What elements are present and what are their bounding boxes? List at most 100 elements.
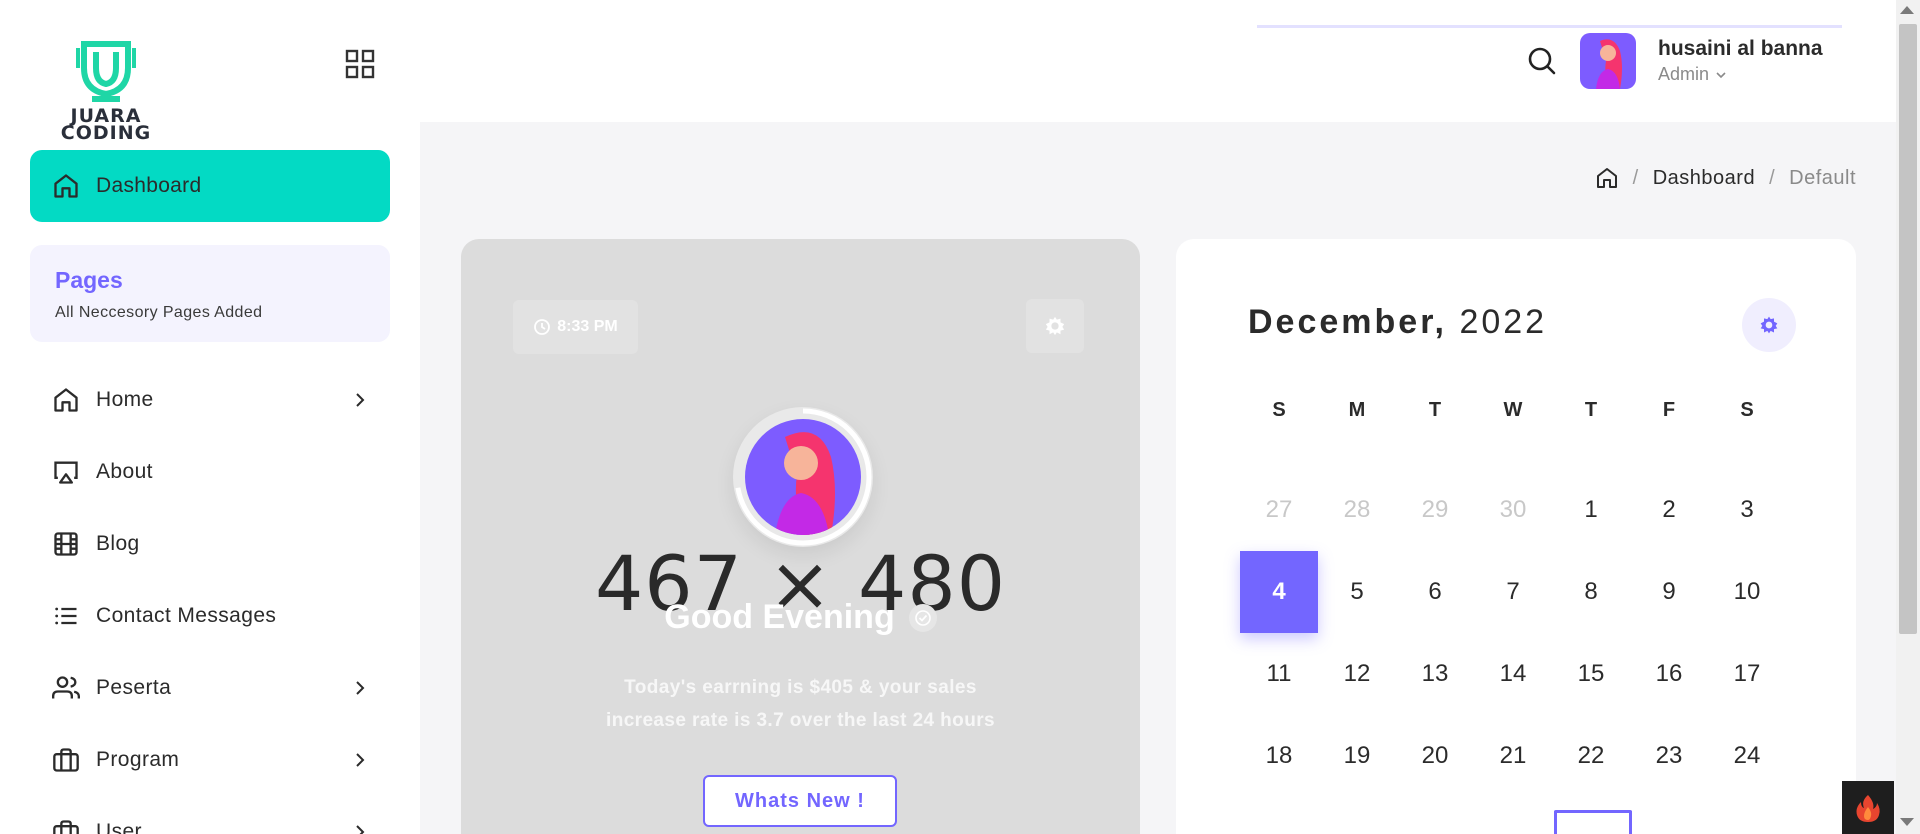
fire-widget-button[interactable] <box>1842 781 1894 834</box>
calendar-day[interactable]: 20 <box>1396 715 1474 797</box>
time-badge: 8:33 PM <box>513 300 638 354</box>
pages-info-box: Pages All Neccesory Pages Added <box>30 245 390 342</box>
breadcrumb-current: Default <box>1789 166 1856 189</box>
gear-icon <box>1760 316 1778 334</box>
calendar-day-number: 22 <box>1577 742 1605 769</box>
users-icon <box>52 676 80 699</box>
sidebar-item-peserta[interactable]: Peserta <box>30 660 390 716</box>
calendar-day-number: 18 <box>1265 742 1293 769</box>
calendar-day[interactable]: 5 <box>1318 551 1396 633</box>
home-icon[interactable] <box>1595 166 1619 190</box>
calendar-day[interactable]: 14 <box>1474 633 1552 715</box>
calendar-day-number: 4 <box>1240 551 1318 633</box>
sidebar-item-user[interactable]: User <box>30 804 390 834</box>
sidebar-item-label: Contact Messages <box>96 604 277 627</box>
calendar-day[interactable]: 22 <box>1552 715 1630 797</box>
briefcase-icon <box>53 748 79 772</box>
earnings-line-2: increase rate is 3.7 over the last 24 ho… <box>606 710 995 731</box>
calendar-day-number: 20 <box>1421 742 1449 769</box>
calendar-day-number: 29 <box>1421 496 1449 523</box>
calendar-day[interactable]: 23 <box>1630 715 1708 797</box>
calendar-day[interactable]: 27 <box>1240 469 1318 551</box>
sidebar-item-label: Dashboard <box>96 174 202 197</box>
sidebar-item-label: About <box>96 460 153 483</box>
welcome-settings-button[interactable] <box>1026 299 1084 353</box>
calendar-day-number: 13 <box>1421 660 1449 687</box>
calendar-day[interactable]: 30 <box>1474 469 1552 551</box>
sidebar-item-about[interactable]: About <box>30 444 390 500</box>
welcome-card: 8:33 PM 467 × 480 Good Evening Today's e… <box>461 239 1140 834</box>
chevron-right-icon <box>356 681 365 695</box>
calendar-day[interactable]: 1 <box>1552 469 1630 551</box>
verified-check-icon <box>908 603 937 632</box>
calendar-day[interactable]: 11 <box>1240 633 1318 715</box>
calendar-day[interactable]: 6 <box>1396 551 1474 633</box>
calendar-week-row: 11 12 13 14 15 16 17 <box>1240 633 1786 715</box>
calendar-day[interactable]: 12 <box>1318 633 1396 715</box>
calendar-day-number: 6 <box>1428 578 1442 605</box>
sidebar-item-dashboard[interactable]: Dashboard <box>30 150 390 222</box>
days-of-week-row: SMTWTFS <box>1240 399 1786 429</box>
logo-text: JUARA CODING <box>60 105 152 144</box>
calendar-day[interactable]: 7 <box>1474 551 1552 633</box>
whats-new-button[interactable]: Whats New ! <box>703 775 897 827</box>
user-role-dropdown[interactable]: Admin <box>1658 64 1729 85</box>
calendar-day-number: 17 <box>1733 660 1761 687</box>
scrollbar-thumb[interactable] <box>1899 24 1917 634</box>
calendar-settings-button[interactable] <box>1742 298 1796 352</box>
calendar-title: December, 2022 <box>1248 303 1547 342</box>
calendar-day[interactable]: 13 <box>1396 633 1474 715</box>
day-of-week-label: F <box>1662 399 1676 421</box>
avatar[interactable] <box>1580 33 1636 89</box>
calendar-day-today[interactable]: 4 <box>1240 551 1318 633</box>
calendar-day[interactable]: 8 <box>1552 551 1630 633</box>
calendar-day[interactable]: 18 <box>1240 715 1318 797</box>
earnings-line-1: Today's earrning is $405 & your sales <box>624 677 977 698</box>
calendar-day[interactable]: 9 <box>1630 551 1708 633</box>
calendar-day[interactable]: 2 <box>1630 469 1708 551</box>
clock-icon <box>534 319 551 335</box>
scroll-up-arrow-icon[interactable] <box>1900 6 1914 14</box>
home-icon <box>54 174 78 198</box>
search-bar[interactable] <box>1257 0 1842 28</box>
calendar-day[interactable]: 17 <box>1708 633 1786 715</box>
calendar-day[interactable]: 16 <box>1630 633 1708 715</box>
scroll-down-arrow-icon[interactable] <box>1900 818 1914 826</box>
calendar-day-number: 19 <box>1343 742 1371 769</box>
sidebar-item-program[interactable]: Program <box>30 732 390 788</box>
user-avatar-illustration <box>1580 33 1636 89</box>
sidebar-item-contact-messages[interactable]: Contact Messages <box>30 588 390 644</box>
calendar-weeks: 27 28 29 30 1 2 3 4 5 6 7 8 9 10 11 12 13 14 15 16 17 18 19 20 2… <box>1240 469 1786 797</box>
time-text: 8:33 PM <box>557 318 618 335</box>
logo[interactable]: JUARA CODING <box>50 38 162 144</box>
calendar-day[interactable]: 28 <box>1318 469 1396 551</box>
calendar-day-number: 21 <box>1499 742 1527 769</box>
briefcase-icon <box>53 820 79 834</box>
calendar-day-number: 28 <box>1343 496 1371 523</box>
calendar-day[interactable]: 15 <box>1552 633 1630 715</box>
calendar-day[interactable]: 10 <box>1708 551 1786 633</box>
calendar-day[interactable]: 29 <box>1396 469 1474 551</box>
calendar-day-number: 24 <box>1733 742 1761 769</box>
pages-subtitle: All Neccesory Pages Added <box>55 304 263 321</box>
calendar-day[interactable]: 21 <box>1474 715 1552 797</box>
calendar-day[interactable]: 3 <box>1708 469 1786 551</box>
calendar-day[interactable]: 19 <box>1318 715 1396 797</box>
fire-icon <box>1856 794 1880 822</box>
grid-toggle-icon[interactable] <box>344 48 376 80</box>
trophy-logo-icon <box>76 41 136 102</box>
sidebar-item-blog[interactable]: Blog <box>30 516 390 572</box>
search-icon[interactable] <box>1527 46 1557 76</box>
calendar-year: 2022 <box>1459 303 1548 341</box>
calendar-day-number: 30 <box>1499 496 1527 523</box>
calendar-selection-outline[interactable] <box>1554 810 1632 834</box>
home-icon <box>54 388 78 412</box>
user-avatar-illustration <box>745 419 861 535</box>
breadcrumb-link-dashboard[interactable]: Dashboard <box>1653 167 1755 190</box>
calendar-card: December, 2022 SMTWTFS 27 28 29 30 1 2 3 4 5 6 7 8 9… <box>1176 239 1856 834</box>
calendar-day[interactable]: 24 <box>1708 715 1786 797</box>
chevron-down-icon <box>1716 71 1726 78</box>
sidebar: JUARA CODING Dashboard Pages All Necceso… <box>0 0 420 834</box>
sidebar-item-home[interactable]: Home <box>30 372 390 428</box>
day-of-week-label: S <box>1272 399 1286 421</box>
